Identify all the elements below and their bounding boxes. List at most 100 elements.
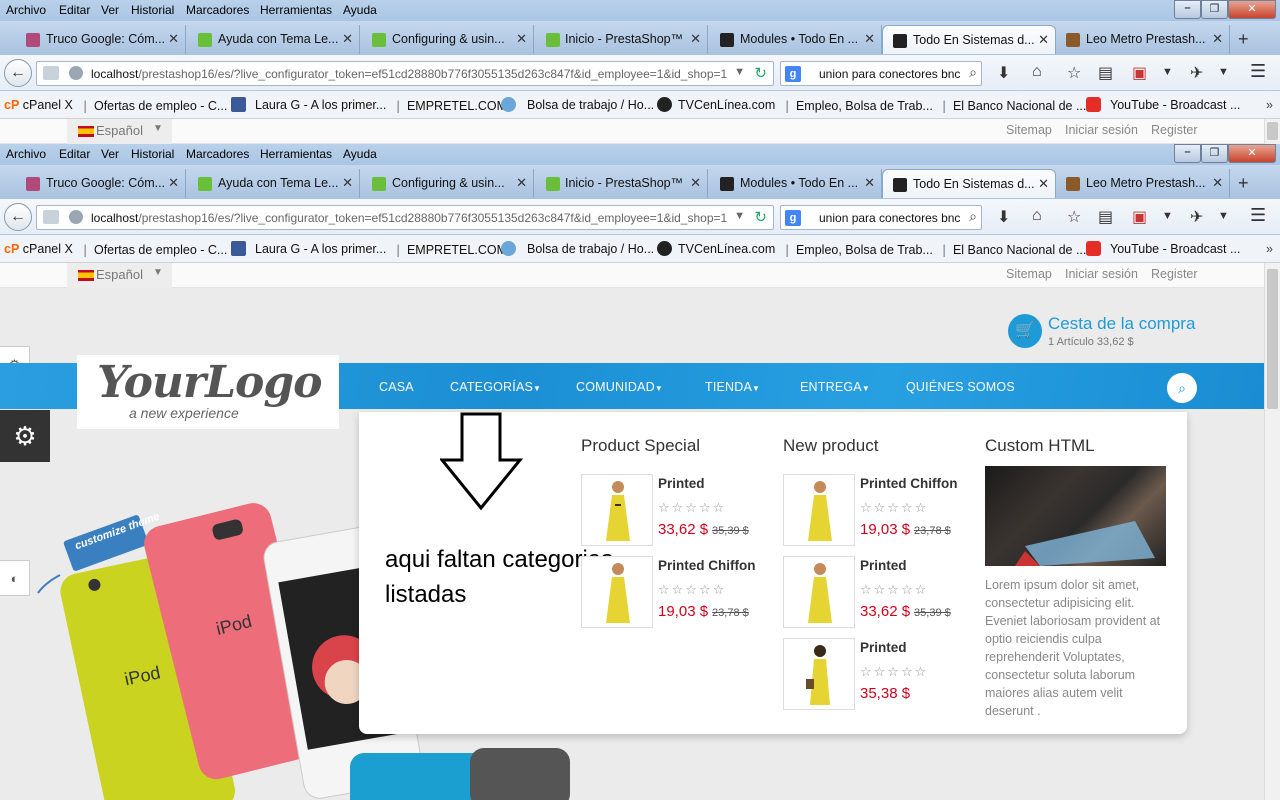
nav-comunidad[interactable]: COMUNIDAD▼ xyxy=(576,380,663,394)
tab-close-icon[interactable]: ✕ xyxy=(864,175,875,191)
back-button[interactable]: ← xyxy=(4,59,32,87)
browser-tab[interactable]: Inicio - PrestaShop™ ✕ xyxy=(534,25,708,54)
new-tab-icon[interactable]: + xyxy=(1238,29,1249,50)
hamburger-menu-icon[interactable]: ☰ xyxy=(1250,205,1266,226)
back-button[interactable]: ← xyxy=(4,203,32,231)
contrast-toggle-button[interactable]: ◐ xyxy=(0,560,30,596)
product-name[interactable]: Printed xyxy=(860,558,907,573)
tab-close-icon[interactable]: ✕ xyxy=(690,175,701,191)
menu-editar[interactable]: Editar xyxy=(59,147,90,161)
close-window-button[interactable]: ✕ xyxy=(1228,0,1276,19)
browser-tab[interactable]: Ayuda con Tema Le... ✕ xyxy=(186,169,360,198)
product-thumbnail[interactable] xyxy=(783,474,855,546)
browser-tab-active[interactable]: Todo En Sistemas d... ✕ xyxy=(882,25,1056,54)
product-item[interactable]: Printed ☆☆☆☆☆ 33,62 $35,39 $ xyxy=(581,474,771,556)
bookmark-item[interactable]: ❘ El Banco Nacional de ... xyxy=(939,98,1086,113)
tab-close-icon[interactable]: ✕ xyxy=(1038,176,1049,192)
tab-close-icon[interactable]: ✕ xyxy=(1212,175,1223,191)
bookmark-item[interactable]: Laura G - A los primer... xyxy=(255,242,386,256)
bookmark-item[interactable]: ❘ EMPRETEL.COM xyxy=(393,242,507,257)
addon-icon[interactable]: ▣ xyxy=(1132,63,1147,83)
minimize-button[interactable]: – xyxy=(1174,144,1201,163)
menu-historial[interactable]: Historial xyxy=(131,3,174,17)
search-input[interactable]: union para conectores bnc xyxy=(819,211,960,225)
product-name[interactable]: Printed Chiffon xyxy=(658,558,756,573)
product-thumbnail[interactable] xyxy=(581,556,653,628)
nav-search-button[interactable]: ⌕ xyxy=(1167,373,1197,403)
minimize-button[interactable]: – xyxy=(1174,0,1201,19)
browser-tab[interactable]: Truco Google: Cóm... ✕ xyxy=(8,169,186,198)
home-icon[interactable]: ⌂ xyxy=(1032,207,1042,225)
language-selector[interactable]: Español ▼ xyxy=(67,119,172,144)
addon-icon[interactable]: ▣ xyxy=(1132,207,1147,227)
tab-close-icon[interactable]: ✕ xyxy=(342,31,353,47)
nav-casa[interactable]: CASA xyxy=(379,380,414,394)
sitemap-link[interactable]: Sitemap xyxy=(1006,267,1052,281)
url-bar[interactable]: localhost/prestashop16/es/?live_configur… xyxy=(36,61,774,86)
product-thumbnail[interactable] xyxy=(581,474,653,546)
product-item[interactable]: Printed Chiffon ☆☆☆☆☆ 19,03 $23,78 $ xyxy=(783,474,973,556)
browser-tab[interactable]: Leo Metro Prestash... ✕ xyxy=(1056,25,1230,54)
product-name[interactable]: Printed xyxy=(658,476,705,491)
menu-archivo[interactable]: Archivo xyxy=(6,147,46,161)
scrollbar-thumb[interactable] xyxy=(1267,122,1278,140)
search-bar[interactable]: g union para conectores bnc ⌕ xyxy=(780,61,982,86)
product-thumbnail[interactable] xyxy=(783,556,855,628)
bookmark-item[interactable]: ❘ Ofertas de empleo - C... xyxy=(80,98,227,113)
home-icon[interactable]: ⌂ xyxy=(1032,63,1042,81)
bookmark-item[interactable]: ❘ Empleo, Bolsa de Trab... xyxy=(782,98,933,113)
browser-tab[interactable]: Leo Metro Prestash... ✕ xyxy=(1056,169,1230,198)
menu-herramientas[interactable]: Herramientas xyxy=(260,3,332,17)
extension-icon[interactable]: ✈ xyxy=(1190,63,1203,83)
product-thumbnail[interactable] xyxy=(783,638,855,710)
bookmark-star-icon[interactable]: ☆ xyxy=(1067,63,1081,83)
maximize-button[interactable]: ❐ xyxy=(1201,0,1228,19)
bookmark-item[interactable]: TVCenLínea.com xyxy=(678,242,775,256)
tab-close-icon[interactable]: ✕ xyxy=(516,31,527,47)
nav-categorias[interactable]: CATEGORÍAS▼ xyxy=(450,380,541,394)
tab-close-icon[interactable]: ✕ xyxy=(1212,31,1223,47)
bookmark-cpanel[interactable]: cP cPanel X xyxy=(4,98,73,112)
scrollbar-thumb[interactable] xyxy=(1267,269,1278,409)
product-item[interactable]: Printed ☆☆☆☆☆ 33,62 $35,39 $ xyxy=(783,556,973,638)
close-window-button[interactable]: ✕ xyxy=(1228,144,1276,163)
bookmark-item[interactable]: TVCenLínea.com xyxy=(678,98,775,112)
menu-editar[interactable]: Editar xyxy=(59,3,90,17)
menu-marcadores[interactable]: Marcadores xyxy=(186,147,249,161)
extension-icon[interactable]: ✈ xyxy=(1190,207,1203,227)
search-input[interactable]: union para conectores bnc xyxy=(819,67,960,81)
dropdown-icon[interactable]: ▼ xyxy=(1162,210,1173,222)
shop-logo[interactable]: YourLogo a new experience xyxy=(77,355,339,429)
google-icon[interactable]: g xyxy=(785,210,801,226)
maximize-button[interactable]: ❐ xyxy=(1201,144,1228,163)
url-dropdown-icon[interactable]: ▼ xyxy=(734,66,745,78)
reload-icon[interactable]: ↻ xyxy=(754,208,767,226)
bookmark-item[interactable]: ❘ EMPRETEL.COM xyxy=(393,98,507,113)
product-name[interactable]: Printed xyxy=(860,640,907,655)
browser-tab[interactable]: Ayuda con Tema Le... ✕ xyxy=(186,25,360,54)
browser-tab[interactable]: Modules • Todo En ... ✕ xyxy=(708,25,882,54)
dropdown-icon[interactable]: ▼ xyxy=(1218,66,1229,78)
bookmark-item[interactable]: Bolsa de trabajo / Ho... xyxy=(527,242,654,256)
bookmark-item[interactable]: ❘ Ofertas de empleo - C... xyxy=(80,242,227,257)
bookmarks-menu-icon[interactable]: ▤ xyxy=(1098,63,1113,83)
product-item[interactable]: Printed Chiffon ☆☆☆☆☆ 19,03 $23,78 $ xyxy=(581,556,771,638)
nav-tienda[interactable]: TIENDA▼ xyxy=(705,380,760,394)
more-bookmarks-icon[interactable]: » xyxy=(1266,242,1273,256)
menu-ver[interactable]: Ver xyxy=(101,3,119,17)
browser-tab[interactable]: Truco Google: Cóm... ✕ xyxy=(8,25,186,54)
bookmark-item[interactable]: ❘ El Banco Nacional de ... xyxy=(939,242,1086,257)
cart-title[interactable]: Cesta de la compra xyxy=(1048,314,1195,334)
download-icon[interactable]: ⬇ xyxy=(997,207,1010,227)
menu-archivo[interactable]: Archivo xyxy=(6,3,46,17)
bookmark-item[interactable]: YouTube - Broadcast ... xyxy=(1110,98,1240,112)
search-bar[interactable]: g union para conectores bnc ⌕ xyxy=(780,205,982,230)
nav-entrega[interactable]: ENTREGA▼ xyxy=(800,380,870,394)
identity-icon[interactable] xyxy=(43,66,59,80)
menu-ver[interactable]: Ver xyxy=(101,147,119,161)
url-text[interactable]: localhost/prestashop16/es/?live_configur… xyxy=(91,211,727,225)
tab-close-icon[interactable]: ✕ xyxy=(168,175,179,191)
tab-close-icon[interactable]: ✕ xyxy=(690,31,701,47)
browser-tab-active[interactable]: Todo En Sistemas d... ✕ xyxy=(882,169,1056,198)
nav-quienes-somos[interactable]: QUIÉNES SOMOS xyxy=(906,380,1015,394)
